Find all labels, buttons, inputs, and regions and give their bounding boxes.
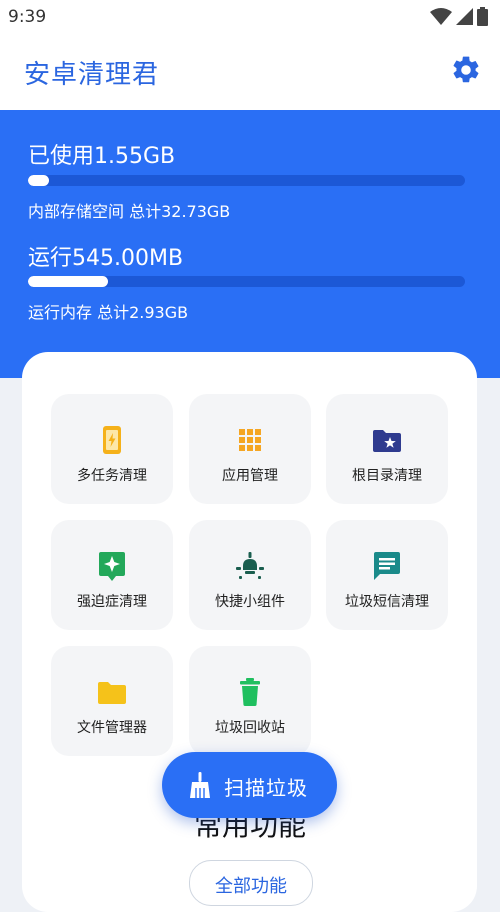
tool-ocd-clean[interactable]: 强迫症清理 [51, 520, 173, 630]
tool-app-manager[interactable]: 应用管理 [189, 394, 311, 504]
settings-button[interactable] [450, 54, 482, 86]
tool-label: 强迫症清理 [77, 594, 147, 610]
phone-charging-icon [103, 426, 121, 454]
memory-progress-fill [28, 276, 108, 287]
folder-star-icon [373, 430, 401, 452]
all-functions-label: 全部功能 [215, 876, 287, 897]
tool-spam-sms-clean[interactable]: 垃圾短信清理 [326, 520, 448, 630]
tool-label: 快捷小组件 [215, 594, 285, 610]
scan-junk-label: 扫描垃圾 [224, 776, 308, 800]
status-icons [430, 7, 488, 26]
tool-multitask-clean[interactable]: 多任务清理 [51, 394, 173, 504]
all-functions-button[interactable]: 全部功能 [189, 860, 313, 906]
app-title: 安卓清理君 [24, 60, 160, 90]
tool-file-manager[interactable]: 文件管理器 [51, 646, 173, 756]
storage-progress-fill [28, 175, 49, 186]
status-bar: 9:39 [0, 0, 500, 34]
scan-junk-button[interactable]: 扫描垃圾 [162, 752, 337, 818]
storage-used-text: 已使用1.55GB [28, 144, 176, 169]
tool-label: 垃圾回收站 [215, 720, 285, 736]
memory-detail-text: 运行内存 总计2.93GB [28, 303, 189, 322]
storage-progress-bar [28, 175, 465, 186]
wifi-icon [430, 7, 452, 25]
battery-icon [477, 7, 488, 26]
gear-icon [453, 56, 479, 83]
trash-icon [240, 678, 260, 706]
tool-label: 多任务清理 [77, 468, 147, 484]
app-bar: 安卓清理君 [0, 34, 500, 110]
storage-detail-text: 内部存储空间 总计32.73GB [28, 202, 231, 221]
status-time: 9:39 [8, 7, 47, 27]
storage-header: 已使用1.55GB 内部存储空间 总计32.73GB 运行545.00MB 运行… [0, 110, 500, 378]
memory-progress-bar [28, 276, 465, 287]
light-icon [236, 552, 264, 579]
tool-recycle-bin[interactable]: 垃圾回收站 [189, 646, 311, 756]
apps-grid-icon [239, 429, 261, 451]
broom-icon [190, 772, 210, 798]
tool-root-dir-clean[interactable]: 根目录清理 [326, 394, 448, 504]
tool-label: 文件管理器 [77, 720, 147, 736]
message-icon [374, 552, 400, 580]
tool-label: 应用管理 [222, 468, 278, 484]
memory-used-text: 运行545.00MB [28, 246, 184, 271]
tool-shortcut-widget[interactable]: 快捷小组件 [189, 520, 311, 630]
sparkle-icon [99, 552, 125, 581]
tool-label: 根目录清理 [352, 468, 422, 484]
folder-icon [98, 682, 126, 704]
signal-icon [456, 8, 473, 25]
tool-label: 垃圾短信清理 [345, 594, 429, 610]
